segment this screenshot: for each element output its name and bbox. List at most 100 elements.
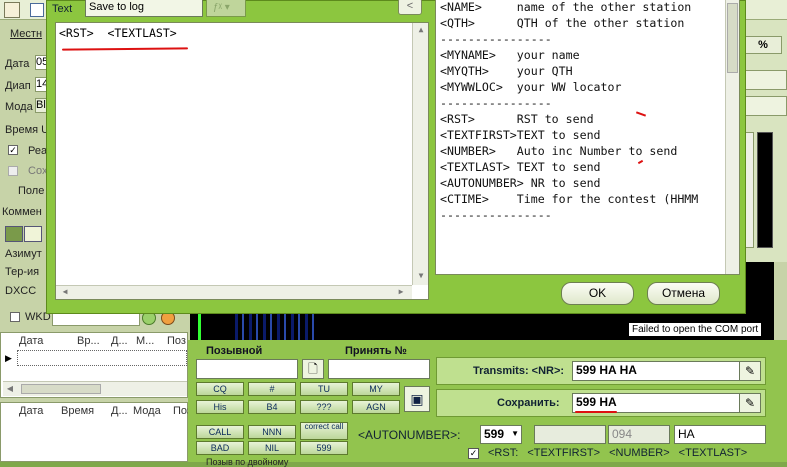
grid2-col-band[interactable]: Д... <box>111 405 128 417</box>
real-label: Реа <box>28 145 48 157</box>
edit-transmits-icon[interactable]: ✎ <box>739 361 761 381</box>
back-arrow-button[interactable]: < <box>398 0 422 15</box>
callsign-input[interactable] <box>196 359 298 379</box>
hash-button[interactable]: # <box>248 382 296 396</box>
received-label: Принять № <box>345 345 407 357</box>
transmits-label: Transmits: <NR>: <box>473 365 565 377</box>
my-button[interactable]: MY <box>352 382 400 396</box>
help-line: <QTH> QTH of the other station <box>440 16 685 30</box>
right-meter <box>757 132 773 248</box>
qqq-button[interactable]: ??? <box>300 400 348 414</box>
bottom-truncated-label: Позыв по двойному <box>206 457 289 467</box>
ok-button[interactable]: OK <box>561 282 634 305</box>
rst-checkbox[interactable]: ✓ <box>468 448 479 459</box>
save-panel: Сохранить: 599 HA ✎ <box>436 389 766 417</box>
red-underline-template <box>61 47 189 51</box>
help-line: <NAME> name of the other station <box>440 0 692 14</box>
red-mark-rst <box>635 111 647 117</box>
nil-button[interactable]: NIL <box>248 441 296 455</box>
grid1-col-mode[interactable]: М... <box>136 335 154 347</box>
textlast-field[interactable]: HA <box>674 425 766 444</box>
help-line: <CTIME> Time for the contest (HHMM <box>440 192 699 206</box>
date-label: Дата <box>5 58 30 70</box>
textarea-hscroll[interactable]: ◀ ▶ <box>56 285 412 299</box>
save-to-log-label: Сохранить: <box>497 397 560 409</box>
correct-call-button[interactable]: correct call <box>300 422 348 440</box>
scroll-right-icon[interactable]: ▶ <box>394 287 408 296</box>
tu-button[interactable]: TU <box>300 382 348 396</box>
band-label: Диап <box>5 80 31 92</box>
grid1-selected-row[interactable] <box>17 350 187 366</box>
format-icon[interactable]: ƒᵡ ▾ <box>206 0 246 17</box>
save-checkbox[interactable] <box>8 166 18 176</box>
scroll-thumb[interactable] <box>21 384 101 394</box>
territory-label: Тер-ия <box>5 266 40 278</box>
red-mark-textlast <box>637 159 644 165</box>
agn-button[interactable]: AGN <box>352 400 400 414</box>
help-line: ---------------- <box>440 208 552 222</box>
help-line: <MYWWLOC> your WW locator <box>440 80 622 94</box>
help-line: <TEXTLAST> TEXT to send <box>440 160 601 174</box>
waterfall-signal <box>235 312 315 340</box>
color-swatch[interactable] <box>5 226 23 242</box>
grid1-col-call[interactable]: Поз <box>167 335 186 347</box>
help-line: ---------------- <box>440 96 552 110</box>
grid2-col-time[interactable]: Время <box>61 405 94 417</box>
waterfall-marker <box>198 312 201 340</box>
real-checkbox[interactable]: ✓ <box>8 145 18 155</box>
599-button[interactable]: 599 <box>300 441 348 455</box>
right-field-2[interactable] <box>744 96 787 116</box>
edit-save-icon[interactable]: ✎ <box>739 393 761 413</box>
bad-button[interactable]: BAD <box>196 441 244 455</box>
help-line: <AUTONUMBER> NR to send <box>440 176 601 190</box>
tags-help-text[interactable]: <NAME> name of the other station <QTH> QT… <box>435 0 740 275</box>
save-field[interactable]: 599 HA <box>572 393 740 413</box>
help-scroll-thumb[interactable] <box>727 3 738 73</box>
grid1-col-date[interactable]: Дата <box>19 335 43 347</box>
autonumber-label: <AUTONUMBER>: <box>358 428 461 442</box>
template-textarea[interactable]: <RST> <TEXTLAST> ▲ ▼ ◀ ▶ <box>55 22 429 300</box>
grid1-col-time[interactable]: Вр... <box>77 335 100 347</box>
template-text: <RST> <TEXTLAST> <box>59 26 177 40</box>
document-icon-button[interactable]: 🗋 <box>302 359 324 379</box>
app-icon <box>4 2 20 18</box>
color-swatch-2[interactable] <box>24 226 42 242</box>
cq-button[interactable]: CQ <box>196 382 244 396</box>
wkd-checkbox[interactable] <box>10 312 20 322</box>
qso-grid-1[interactable]: Дата Вр... Д... М... Поз ▶ ◀ <box>0 332 188 398</box>
textarea-vscroll[interactable]: ▲ ▼ <box>412 23 428 285</box>
his-button[interactable]: His <box>196 400 244 414</box>
save-to-log-select[interactable]: Save to log <box>85 0 203 17</box>
help-line: <MYQTH> your QTH <box>440 64 573 78</box>
transmits-field[interactable]: 599 HA HA <box>572 361 740 381</box>
number-field[interactable]: 094 <box>608 425 670 444</box>
autonumber-select[interactable]: 599 ▼ <box>480 425 522 444</box>
field-label: Поле <box>18 185 45 197</box>
nnn-button[interactable]: NNN <box>248 425 296 439</box>
scroll-left-icon[interactable]: ◀ <box>58 287 72 296</box>
b4-button[interactable]: B4 <box>248 400 296 414</box>
grid1-hscroll[interactable]: ◀ <box>3 381 187 396</box>
save-disk-icon[interactable]: ▣ <box>404 386 430 412</box>
com-error-tooltip: Failed to open the COM port <box>628 322 763 337</box>
new-document-icon[interactable] <box>30 3 44 17</box>
text-label: Text <box>52 3 73 15</box>
save-label: Сох <box>28 165 48 177</box>
textfirst-field[interactable] <box>534 425 606 444</box>
qso-grid-2[interactable]: Дата Время Д... Мода Поз <box>0 402 192 462</box>
help-line: <RST> RST to send <box>440 112 594 126</box>
help-vscroll[interactable] <box>725 0 739 274</box>
scroll-down-icon[interactable]: ▼ <box>414 271 428 280</box>
call-button[interactable]: CALL <box>196 425 244 439</box>
local-tab[interactable]: Местн <box>10 28 42 40</box>
azimuth-label: Азимут <box>5 248 42 260</box>
received-input[interactable] <box>328 359 430 379</box>
scroll-left-icon[interactable]: ◀ <box>3 384 17 393</box>
percent-box: % <box>744 36 782 54</box>
grid1-col-band[interactable]: Д... <box>111 335 128 347</box>
scroll-up-icon[interactable]: ▲ <box>414 25 428 34</box>
grid2-col-mode[interactable]: Мода <box>133 405 161 417</box>
cancel-button[interactable]: Отмена <box>647 282 720 305</box>
right-field-1[interactable] <box>744 70 787 90</box>
grid2-col-date[interactable]: Дата <box>19 405 43 417</box>
